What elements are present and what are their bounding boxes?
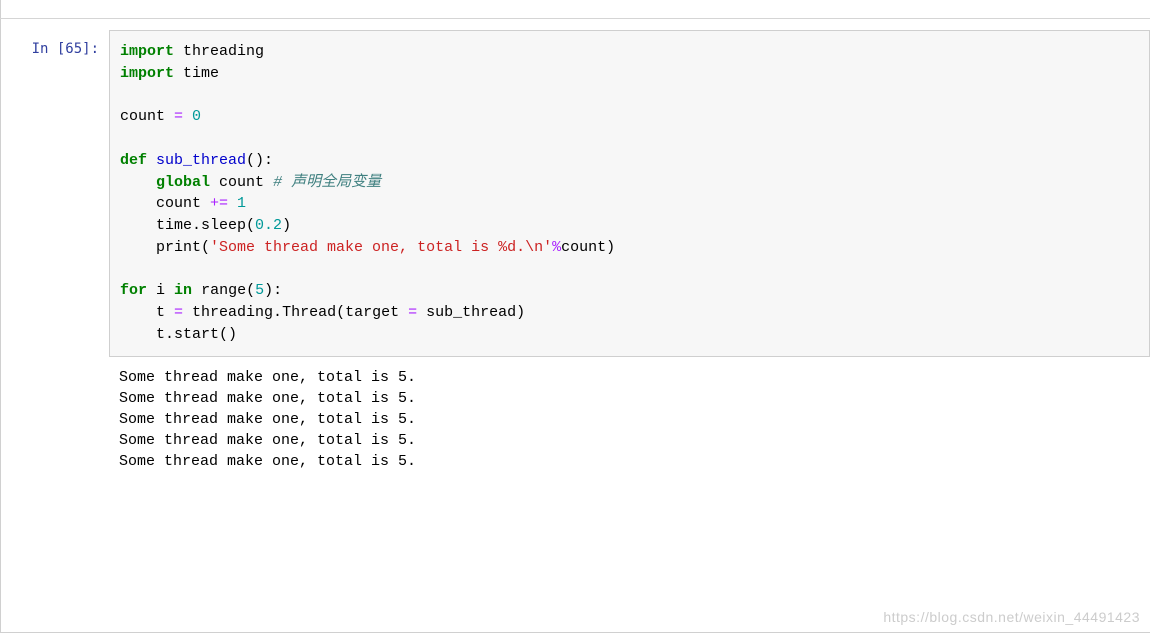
code-text: threading.Thread(target	[183, 304, 408, 321]
code-text: time.sleep(	[156, 217, 255, 234]
keyword: global	[156, 174, 210, 191]
string-literal: 'Some thread make one, total is %d.\n'	[210, 239, 552, 256]
output-line: Some thread make one, total is 5.	[119, 390, 416, 407]
watermark-text: https://blog.csdn.net/weixin_44491423	[883, 608, 1140, 628]
number: 0	[183, 108, 201, 125]
var-name: i	[156, 282, 174, 299]
var-name: count	[219, 174, 273, 191]
output-line: Some thread make one, total is 5.	[119, 411, 416, 428]
operator: =	[408, 304, 417, 321]
code-text: print(	[156, 239, 210, 256]
module-name: time	[183, 65, 219, 82]
number: 1	[228, 195, 246, 212]
code-input[interactable]: import threading import time count = 0 d…	[109, 30, 1150, 357]
output-line: Some thread make one, total is 5.	[119, 432, 416, 449]
var-name: count	[156, 195, 210, 212]
operator: +=	[210, 195, 228, 212]
number: 0.2	[255, 217, 282, 234]
operator: =	[174, 304, 183, 321]
keyword: for	[120, 282, 147, 299]
output-cell: Some thread make one, total is 5. Some t…	[1, 357, 1150, 472]
code-text: count)	[561, 239, 615, 256]
code-text: t.start()	[156, 326, 237, 343]
code-text: sub_thread)	[417, 304, 525, 321]
code-text: range(	[201, 282, 255, 299]
keyword: in	[174, 282, 192, 299]
operator: %	[552, 239, 561, 256]
output-text: Some thread make one, total is 5. Some t…	[109, 363, 1150, 472]
operator: =	[174, 108, 183, 125]
keyword: import	[120, 65, 174, 82]
output-prompt	[1, 363, 109, 472]
code-cell[interactable]: In [65]: import threading import time co…	[1, 20, 1150, 357]
output-line: Some thread make one, total is 5.	[119, 453, 416, 470]
var-name: count	[120, 108, 174, 125]
number: 5	[255, 282, 264, 299]
var-name: t	[156, 304, 174, 321]
function-name: sub_thread	[156, 152, 246, 169]
module-name: threading	[183, 43, 264, 60]
output-line: Some thread make one, total is 5.	[119, 369, 416, 386]
keyword: import	[120, 43, 174, 60]
comment: # 声明全局变量	[273, 174, 381, 191]
input-prompt: In [65]:	[1, 30, 109, 60]
keyword: def	[120, 152, 147, 169]
